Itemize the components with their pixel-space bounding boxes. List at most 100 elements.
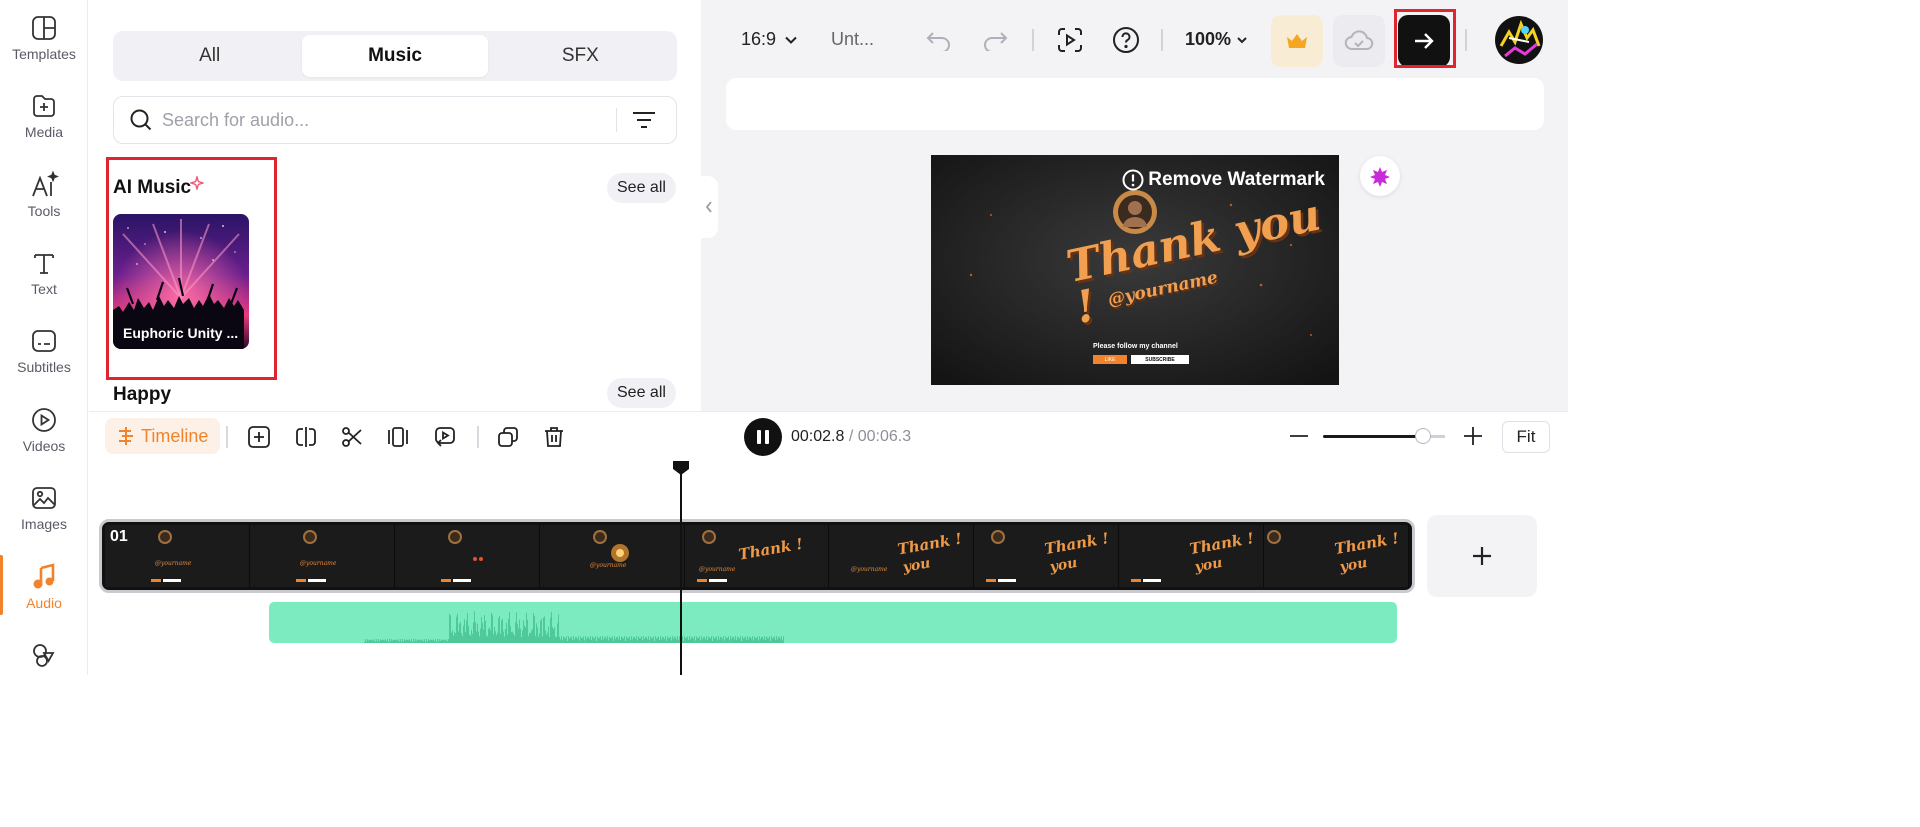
svg-text:you: you <box>1048 555 1079 576</box>
see-all-happy-button[interactable]: See all <box>607 378 676 408</box>
tab-sfx[interactable]: SFX <box>488 35 673 77</box>
video-track[interactable]: 01 @yourname @yourname @yourname Thank !… <box>99 519 1415 593</box>
preview-play-icon[interactable] <box>1052 22 1088 58</box>
audio-search-bar <box>113 96 677 144</box>
playhead-handle[interactable] <box>673 461 689 475</box>
video-subscribe-badge: SUBSCRIBE <box>1131 355 1189 364</box>
split-icon[interactable] <box>289 420 323 454</box>
redo-icon[interactable] <box>977 22 1013 58</box>
cloud-save-button[interactable] <box>1333 15 1385 67</box>
svg-text:Thank !: Thank ! <box>737 535 804 564</box>
sidebar-item-images[interactable]: Images <box>0 470 88 542</box>
user-avatar[interactable] <box>1495 16 1543 64</box>
sidebar-item-label: Media <box>24 124 64 140</box>
audio-track[interactable] <box>269 602 1397 643</box>
templates-icon <box>29 13 59 43</box>
aspect-ratio-value: 16:9 <box>741 29 777 49</box>
sidebar-item-label: Text <box>31 281 57 297</box>
video-canvas[interactable]: Thank you ! @yourname Please follow my c… <box>931 155 1339 385</box>
svg-text:you: you <box>901 555 932 576</box>
thumbnail-frame: @yourname <box>249 525 395 587</box>
subtitles-icon <box>29 326 59 356</box>
timeline-toolbar: Timeline 00:02.8 / 00:06.3 Fit <box>89 411 1568 461</box>
tab-all[interactable]: All <box>117 35 302 77</box>
sidebar-item-media[interactable]: Media <box>0 78 88 150</box>
premium-crown-button[interactable] <box>1271 15 1323 67</box>
current-time: 00:02.8 <box>791 428 845 445</box>
total-duration: / 00:06.3 <box>848 428 912 445</box>
search-input[interactable] <box>162 109 602 131</box>
pause-button[interactable] <box>744 418 782 456</box>
zoom-slider-handle[interactable] <box>1415 428 1431 444</box>
plus-icon <box>1473 547 1491 565</box>
thumbnail-frame: Thank ! @yourname <box>684 525 830 587</box>
playhead-line[interactable] <box>680 461 682 675</box>
search-icon <box>126 105 156 135</box>
svg-text:@yourname: @yourname <box>155 560 192 567</box>
video-like-badge: LIKE <box>1093 355 1127 364</box>
see-all-ai-music-button[interactable]: See all <box>607 173 676 203</box>
video-track-frames: @yourname @yourname @yourname Thank ! @yo… <box>105 525 1410 587</box>
replace-icon[interactable] <box>428 420 462 454</box>
thumbnail-frame: Thank ! you @yourname <box>829 525 975 587</box>
cloud-icon <box>1344 30 1374 50</box>
thumbnail-frame: @yourname <box>539 525 685 587</box>
pause-icon <box>757 430 769 444</box>
videos-icon <box>29 405 59 435</box>
project-name[interactable]: Unt... <box>831 29 874 50</box>
zoom-out-icon[interactable] <box>1285 422 1313 450</box>
zoom-in-icon[interactable] <box>1459 422 1487 450</box>
watermark-text: Remove Watermark <box>1148 169 1325 190</box>
undo-icon[interactable] <box>921 22 957 58</box>
music-card-title: Euphoric Unity ... <box>123 325 239 341</box>
toolbar-divider <box>477 426 479 448</box>
sidebar-item-audio[interactable]: Audio <box>0 549 88 621</box>
sidebar-item-videos[interactable]: Videos <box>0 392 88 464</box>
svg-text:Thank !: Thank ! <box>1333 529 1399 558</box>
magic-tool-button[interactable] <box>1360 156 1400 196</box>
fit-button[interactable]: Fit <box>1502 421 1550 453</box>
timeline-toggle-button[interactable]: Timeline <box>105 418 221 454</box>
zoom-dropdown[interactable]: 100% <box>1185 29 1248 50</box>
section-title-happy: Happy <box>113 384 172 405</box>
sidebar-item-label: Videos <box>22 438 66 454</box>
crown-icon <box>1287 34 1307 48</box>
tab-music[interactable]: Music <box>302 35 488 77</box>
sidebar-item-templates[interactable]: Templates <box>0 0 88 72</box>
svg-text:you: you <box>1193 555 1224 576</box>
text-edit-bar[interactable] <box>726 78 1544 130</box>
add-element-icon[interactable] <box>242 420 276 454</box>
svg-text:@yourname: @yourname <box>300 560 337 567</box>
sidebar-item-text[interactable]: Text <box>0 235 88 307</box>
trim-icon[interactable] <box>381 420 415 454</box>
collapse-panel-button[interactable] <box>700 176 718 238</box>
duplicate-icon[interactable] <box>491 420 525 454</box>
arrow-right-icon <box>1415 33 1434 49</box>
audio-category-tabs: All Music SFX <box>113 31 677 81</box>
toolbar-divider <box>1161 29 1163 51</box>
svg-text:Thank !: Thank ! <box>1043 529 1109 558</box>
aspect-ratio-dropdown[interactable]: 16:9 <box>741 29 798 50</box>
sidebar-item-shapes[interactable] <box>0 627 88 699</box>
chevron-down-icon <box>785 36 797 44</box>
info-icon <box>1122 169 1144 191</box>
thumbnail-frame: Thank ! you <box>1264 525 1410 587</box>
timeline-tracks: 01 @yourname @yourname @yourname Thank !… <box>89 461 1568 675</box>
help-icon[interactable] <box>1108 22 1144 58</box>
export-button[interactable] <box>1398 15 1450 67</box>
remove-watermark-button[interactable]: Remove Watermark <box>1122 169 1325 191</box>
music-card[interactable]: Euphoric Unity ... <box>113 214 249 349</box>
section-title-ai-music: AI Music <box>113 177 192 198</box>
text-icon <box>29 248 59 278</box>
sidebar-item-subtitles[interactable]: Subtitles <box>0 313 88 385</box>
delete-icon[interactable] <box>537 420 571 454</box>
filter-icon[interactable] <box>629 105 659 135</box>
top-toolbar: 16:9 Unt... 100% <box>701 0 1568 80</box>
sidebar-item-tools[interactable]: Tools <box>0 157 88 229</box>
left-sidebar: Templates Media Tools Text Subtitles Vid… <box>0 0 88 675</box>
music-note-icon <box>29 562 59 592</box>
add-clip-button[interactable] <box>1427 515 1537 597</box>
timeline-label: Timeline <box>141 425 209 446</box>
scissors-icon[interactable] <box>335 420 369 454</box>
playback-time: 00:02.8 / 00:06.3 <box>791 428 911 446</box>
